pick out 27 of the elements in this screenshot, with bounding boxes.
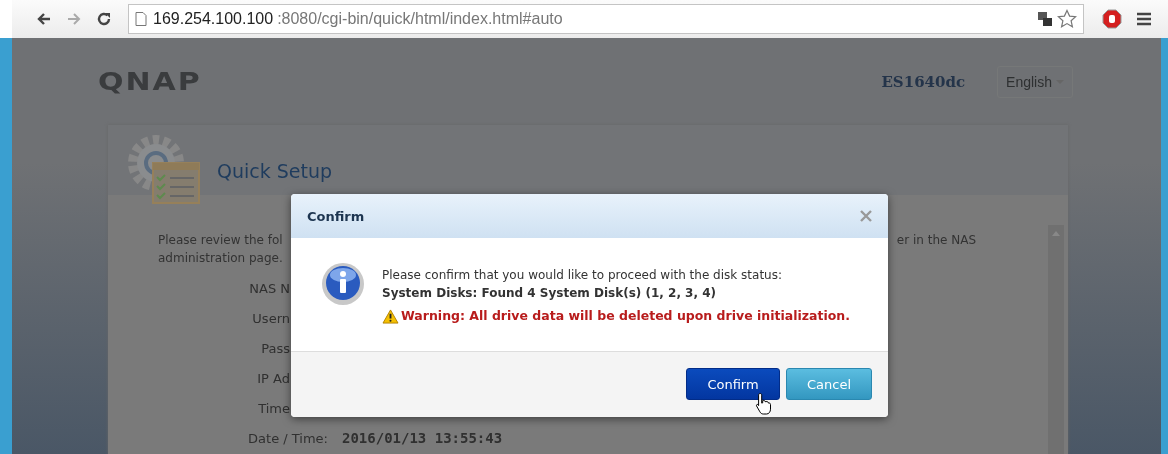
page-icon [135, 12, 147, 26]
model-name: ES1640dc [881, 72, 966, 91]
intro-text: er in the NAS [896, 232, 976, 249]
address-bar[interactable]: 169.254.100.100 :8080/cgi-bin/quick/html/index.html#auto [128, 4, 1084, 34]
intro-text: Please review the fol [158, 232, 283, 249]
scrollbar[interactable] [1048, 225, 1064, 454]
translate-icon[interactable] [1037, 11, 1053, 27]
field-value: 2016/01/13 13:55:43 [342, 430, 503, 446]
field-label: NAS N [248, 280, 290, 296]
dialog-title: Confirm [307, 208, 365, 224]
warning-text: Warning: All drive data will be deleted upon drive initialization. [401, 307, 850, 325]
star-icon[interactable] [1057, 9, 1077, 29]
field-label: Pass [260, 340, 290, 356]
info-icon [321, 262, 365, 306]
field-label: Usern [251, 310, 290, 326]
back-icon[interactable] [36, 11, 52, 27]
dialog-message: Please confirm that you would like to proceed with the disk status: [382, 267, 783, 284]
intro-text: administration page. [158, 250, 283, 267]
reload-icon[interactable] [96, 11, 112, 27]
field-label: IP Ad [256, 370, 290, 386]
menu-icon[interactable] [1136, 11, 1152, 27]
field-label: Time [257, 400, 290, 416]
field-label: Date / Time: [247, 430, 328, 446]
disk-status: System Disks: Found 4 System Disk(s) (1, 2, 3, 4) [382, 285, 718, 302]
confirm-button[interactable]: Confirm [686, 368, 780, 400]
panel-title: Quick Setup [217, 160, 333, 182]
warning-icon [382, 308, 399, 324]
